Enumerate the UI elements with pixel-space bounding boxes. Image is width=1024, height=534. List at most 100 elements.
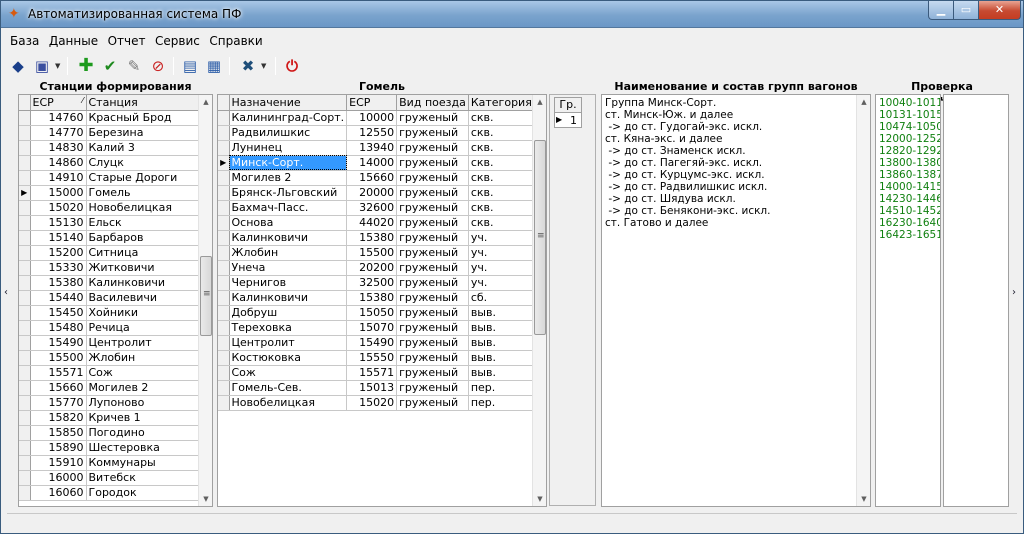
row-indicator[interactable] (218, 230, 230, 246)
station-esr-cell[interactable]: 15380 (30, 275, 87, 291)
table-row[interactable]: 15130 Ельск (19, 215, 199, 231)
station-name-cell[interactable]: Василевичи (86, 290, 199, 306)
stop-icon[interactable]: ⊘ (147, 55, 169, 77)
category-cell[interactable]: скв. (468, 215, 535, 231)
station-esr-cell[interactable]: 14860 (30, 155, 87, 171)
table-row[interactable]: Калининград-Сорт. 10000 груженый скв. (218, 110, 535, 126)
row-indicator[interactable] (19, 395, 31, 411)
table-row[interactable]: 15571 Сож (19, 365, 199, 381)
table-row[interactable]: Бахмач-Пасс. 32600 груженый скв. (218, 200, 535, 216)
row-indicator[interactable] (19, 125, 31, 141)
station-esr-cell[interactable]: 15500 (30, 350, 87, 366)
table-row[interactable]: 15820 Кричев 1 (19, 410, 199, 426)
station-name-cell[interactable]: Новобелицкая (86, 200, 199, 216)
range-item[interactable]: 10040-10110 (876, 97, 940, 109)
station-name-cell[interactable]: Погодино (86, 425, 199, 441)
esr-cell[interactable]: 15020 (346, 395, 398, 411)
collapse-right-icon[interactable]: › (1012, 287, 1020, 298)
table-row[interactable]: Жлобин 15500 груженый уч. (218, 245, 535, 261)
train-type-cell[interactable]: груженый (396, 290, 469, 306)
category-cell[interactable]: уч. (468, 260, 535, 276)
category-cell[interactable]: выв. (468, 365, 535, 381)
category-cell[interactable]: пер. (468, 380, 535, 396)
category-cell[interactable]: скв. (468, 185, 535, 201)
row-indicator[interactable] (218, 305, 230, 321)
table-row[interactable]: 16000 Витебск (19, 470, 199, 486)
row-indicator[interactable]: ▶ (19, 185, 31, 201)
esr-cell[interactable]: 15050 (346, 305, 398, 321)
station-esr-cell[interactable]: 14770 (30, 125, 87, 141)
train-type-cell[interactable]: груженый (396, 395, 469, 411)
destination-cell[interactable]: Калинковичи (229, 290, 348, 306)
train-type-cell[interactable]: груженый (396, 230, 469, 246)
table-row[interactable]: 15660 Могилев 2 (19, 380, 199, 396)
category-cell[interactable]: скв. (468, 125, 535, 141)
row-indicator[interactable] (19, 380, 31, 396)
menu-otchet[interactable]: Отчет (105, 30, 149, 52)
range-item[interactable]: 10131-10150 (876, 109, 940, 121)
table-row[interactable]: 16060 Городок (19, 485, 199, 501)
destination-cell[interactable]: Добруш (229, 305, 348, 321)
station-esr-cell[interactable]: 15890 (30, 440, 87, 456)
row-indicator[interactable]: ▶ (218, 155, 230, 171)
station-esr-cell[interactable]: 15660 (30, 380, 87, 396)
station-esr-cell[interactable]: 16060 (30, 485, 87, 501)
station-esr-cell[interactable]: 15820 (30, 410, 87, 426)
check-icon[interactable]: ✔ (99, 55, 121, 77)
category-cell[interactable]: скв. (468, 155, 535, 171)
table-row[interactable]: Добруш 15050 груженый выв. (218, 305, 535, 321)
destination-cell[interactable]: Гомель-Сев. (229, 380, 348, 396)
category-cell[interactable]: скв. (468, 170, 535, 186)
row-indicator[interactable] (19, 320, 31, 336)
maximize-button[interactable]: ▭ (953, 1, 979, 20)
row-indicator[interactable] (19, 350, 31, 366)
range-item[interactable]: 14230-14463 (876, 193, 940, 205)
row-indicator[interactable] (19, 200, 31, 216)
destinations-scrollbar[interactable]: ▲ ▼ (532, 95, 546, 506)
category-cell[interactable]: скв. (468, 110, 535, 126)
row-indicator[interactable] (19, 140, 31, 156)
station-name-cell[interactable]: Центролит (86, 335, 199, 351)
row-indicator[interactable] (218, 365, 230, 381)
row-indicator[interactable] (19, 425, 31, 441)
esr-cell[interactable]: 44020 (346, 215, 398, 231)
table-row[interactable]: 15450 Хойники (19, 305, 199, 321)
station-name-cell[interactable]: Могилев 2 (86, 380, 199, 396)
row-indicator[interactable] (19, 485, 31, 501)
category-cell[interactable]: выв. (468, 335, 535, 351)
row-indicator[interactable] (218, 290, 230, 306)
row-indicator[interactable] (218, 125, 230, 141)
train-type-cell[interactable]: груженый (396, 155, 469, 171)
column-header-station[interactable]: Станция (86, 95, 199, 111)
table-row[interactable]: Новобелицкая 15020 груженый пер. (218, 395, 535, 411)
category-cell[interactable]: выв. (468, 305, 535, 321)
station-name-cell[interactable]: Хойники (86, 305, 199, 321)
row-indicator[interactable] (19, 440, 31, 456)
station-esr-cell[interactable]: 15020 (30, 200, 87, 216)
table-row[interactable]: 15890 Шестеровка (19, 440, 199, 456)
station-esr-cell[interactable]: 15140 (30, 230, 87, 246)
collapse-left-icon[interactable]: ‹ (4, 287, 12, 298)
scroll-up-icon[interactable]: ▲ (533, 95, 546, 109)
table-row[interactable]: Унеча 20200 груженый уч. (218, 260, 535, 276)
station-name-cell[interactable]: Барбаров (86, 230, 199, 246)
save-icon[interactable]: ▣ (31, 55, 53, 77)
station-esr-cell[interactable]: 15490 (30, 335, 87, 351)
category-cell[interactable]: уч. (468, 275, 535, 291)
range-item[interactable]: 12820-12920 (876, 145, 940, 157)
station-esr-cell[interactable]: 15480 (30, 320, 87, 336)
destination-cell[interactable]: Лунинец (229, 140, 348, 156)
category-cell[interactable]: выв. (468, 320, 535, 336)
train-type-cell[interactable]: груженый (396, 140, 469, 156)
row-indicator[interactable] (19, 470, 31, 486)
esr-cell[interactable]: 15660 (346, 170, 398, 186)
table-row[interactable]: 15500 Жлобин (19, 350, 199, 366)
category-cell[interactable]: скв. (468, 140, 535, 156)
column-header-esr[interactable]: ЕСР ⁄ (30, 95, 87, 111)
table-row[interactable]: 15850 Погодино (19, 425, 199, 441)
destination-cell[interactable]: Тереховка (229, 320, 348, 336)
train-type-cell[interactable]: груженый (396, 380, 469, 396)
row-indicator[interactable] (218, 275, 230, 291)
table-row[interactable]: 15380 Калинковичи (19, 275, 199, 291)
row-indicator[interactable] (19, 215, 31, 231)
